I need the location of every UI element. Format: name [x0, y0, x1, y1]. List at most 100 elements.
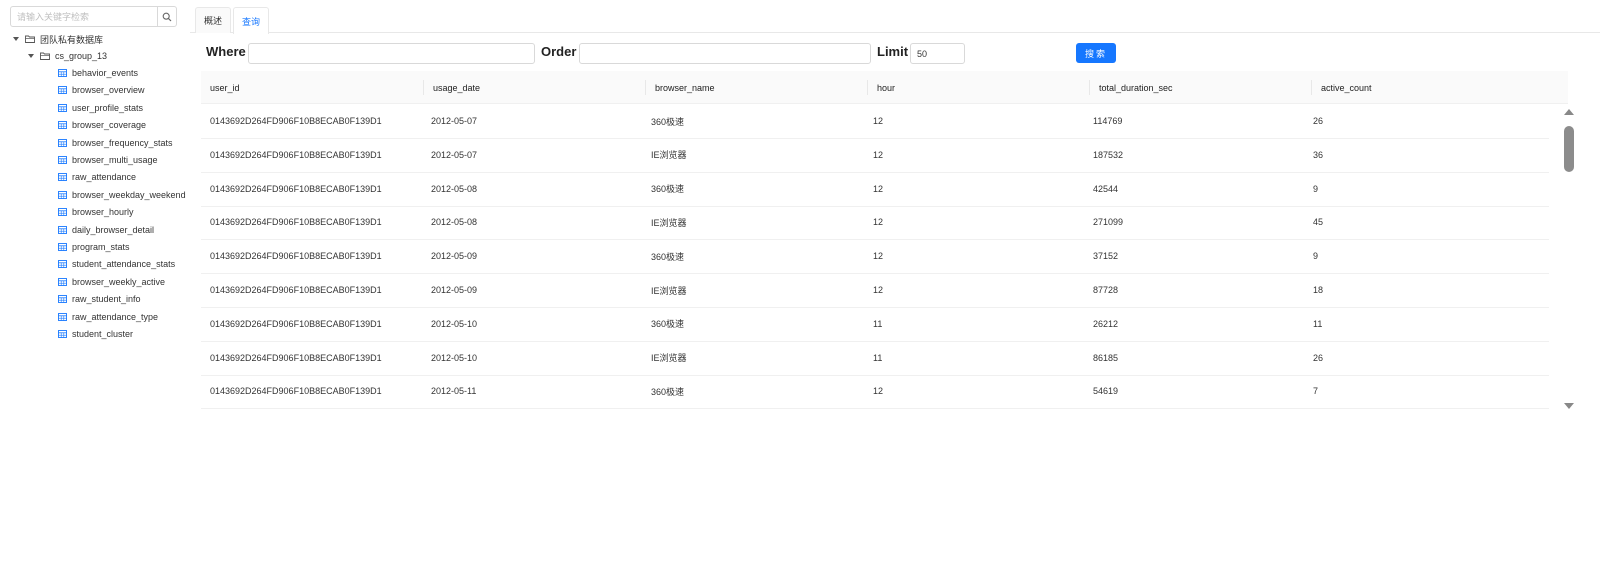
table-cell: 12 — [873, 285, 884, 295]
tab-query[interactable]: 查询 — [233, 7, 269, 34]
column-header[interactable]: hour — [877, 71, 895, 104]
tree-table-item[interactable]: raw_attendance — [58, 169, 136, 185]
table-row[interactable]: 0143692D264FD906F10B8ECAB0F139D1 2012-05-… — [201, 307, 1549, 342]
table-cell: 2012-05-09 — [431, 251, 478, 262]
tree-table-label: user_profile_stats — [72, 102, 144, 113]
tree-node-root-label: 团队私有数据库 — [40, 34, 104, 45]
sidebar-search-button[interactable] — [157, 6, 177, 27]
tree-table-label: browser_frequency_stats — [72, 137, 173, 148]
table-cell: 0143692D264FD906F10B8ECAB0F139D1 — [210, 285, 382, 295]
table-cell: 12 — [873, 251, 884, 262]
scroll-up-arrow-icon[interactable] — [1564, 109, 1574, 115]
table-cell: 18 — [1313, 285, 1324, 295]
table-row[interactable]: 0143692D264FD906F10B8ECAB0F139D1 2012-05-… — [201, 239, 1549, 275]
search-button[interactable]: 搜索 — [1076, 43, 1116, 63]
limit-input[interactable] — [910, 43, 965, 64]
table-cell: IE浏览器 — [651, 353, 687, 364]
tree-table-label: browser_hourly — [72, 207, 134, 218]
sidebar-search — [10, 6, 177, 27]
table-cell: 26 — [1313, 116, 1324, 126]
table-scrollbar[interactable] — [1563, 106, 1576, 416]
table-cell: 11 — [1313, 318, 1323, 329]
table-cell: 2012-05-10 — [431, 318, 478, 329]
caret-down-icon[interactable] — [11, 31, 21, 47]
table-row[interactable]: 0143692D264FD906F10B8ECAB0F139D1 2012-05-… — [201, 172, 1549, 207]
scrollbar-thumb[interactable] — [1564, 126, 1574, 172]
tree-table-label: browser_weekly_active — [72, 276, 166, 287]
table-cell: 360极速 — [651, 319, 685, 330]
table-cell: 45 — [1313, 217, 1324, 228]
tree-table-item[interactable]: browser_coverage — [58, 117, 146, 133]
table-cell: 187532 — [1093, 149, 1124, 160]
column-divider[interactable] — [423, 80, 424, 95]
column-header[interactable]: usage_date — [433, 71, 480, 104]
tree-table-label: browser_weekday_weekend — [72, 189, 186, 200]
tree-table-item[interactable]: program_stats — [58, 239, 130, 255]
column-header[interactable]: user_id — [210, 71, 240, 104]
table-row[interactable]: 0143692D264FD906F10B8ECAB0F139D1 2012-05-… — [201, 374, 1549, 410]
order-label: Order — [541, 44, 577, 59]
tree-table-item[interactable]: browser_weekly_active — [58, 274, 165, 290]
column-divider[interactable] — [867, 80, 868, 95]
tree-table-item[interactable]: browser_hourly — [58, 204, 134, 220]
tree-table-item[interactable]: browser_overview — [58, 82, 145, 98]
tree-table-label: browser_multi_usage — [72, 155, 158, 165]
sidebar: 团队私有数据库 cs_group_13 behavior_eventsbrows… — [0, 0, 186, 586]
where-input[interactable] — [248, 43, 535, 64]
table-icon — [58, 156, 67, 164]
tree-table-item[interactable]: browser_frequency_stats — [58, 135, 173, 151]
table-row[interactable]: 0143692D264FD906F10B8ECAB0F139D1 2012-05-… — [201, 341, 1549, 376]
order-input[interactable] — [579, 43, 871, 64]
tree-node-group[interactable]: cs_group_13 — [26, 48, 107, 64]
tree-table-item[interactable]: behavior_events — [58, 65, 138, 81]
table-row[interactable]: 0143692D264FD906F10B8ECAB0F139D1 2012-05-… — [201, 104, 1549, 139]
tree-table-item[interactable]: student_attendance_stats — [58, 256, 175, 272]
table-cell: 54619 — [1093, 386, 1119, 397]
table-cell: 11 — [873, 352, 883, 363]
table-cell: IE浏览器 — [651, 217, 687, 228]
table-cell: 26212 — [1093, 318, 1119, 329]
table-cell: 0143692D264FD906F10B8ECAB0F139D1 — [210, 183, 382, 194]
table-cell: 360极速 — [651, 184, 685, 195]
table-body: 0143692D264FD906F10B8ECAB0F139D1 2012-05-… — [201, 104, 1549, 420]
table-row[interactable]: 0143692D264FD906F10B8ECAB0F139D1 2012-05-… — [201, 205, 1549, 241]
tree-table-item[interactable]: browser_multi_usage — [58, 152, 158, 168]
column-header[interactable]: active_count — [1321, 71, 1372, 104]
tab-overview[interactable]: 概述 — [195, 7, 231, 33]
table-cell: 2012-05-07 — [431, 116, 478, 126]
table-cell: 9 — [1313, 251, 1319, 262]
table-cell: 2012-05-08 — [431, 183, 478, 194]
table-cell: 2012-05-10 — [431, 352, 478, 363]
tree-table-item[interactable]: student_cluster — [58, 326, 133, 342]
table-row[interactable]: 0143692D264FD906F10B8ECAB0F139D1 2012-05-… — [201, 138, 1549, 173]
table-row[interactable]: 0143692D264FD906F10B8ECAB0F139D1 2012-05-… — [201, 273, 1549, 308]
table-cell: 360极速 — [651, 386, 685, 397]
caret-down-icon[interactable] — [26, 48, 36, 64]
scroll-down-arrow-icon[interactable] — [1564, 403, 1574, 409]
tree-table-label: student_cluster — [72, 329, 134, 339]
sidebar-search-input[interactable] — [10, 6, 158, 27]
table-icon — [58, 243, 67, 251]
tree-table-item[interactable]: browser_weekday_weekend — [58, 187, 186, 203]
table-cell: 0143692D264FD906F10B8ECAB0F139D1 — [210, 352, 382, 363]
tree-table-item[interactable]: user_profile_stats — [58, 100, 143, 116]
table-icon — [58, 330, 67, 338]
tree-node-root[interactable]: 团队私有数据库 — [11, 31, 103, 47]
tree-node-group-label: cs_group_13 — [55, 51, 108, 61]
query-filter-bar: Where Order Limit 搜索 — [190, 41, 1600, 65]
table-cell: 0143692D264FD906F10B8ECAB0F139D1 — [210, 251, 382, 262]
column-divider[interactable] — [645, 80, 646, 95]
table-cell: 12 — [873, 116, 884, 126]
table-cell: 114769 — [1093, 116, 1123, 126]
where-label: Where — [206, 44, 246, 59]
table-icon — [58, 69, 67, 77]
column-header[interactable]: total_duration_sec — [1099, 71, 1173, 104]
column-divider[interactable] — [1311, 80, 1312, 95]
tree-table-item[interactable]: raw_student_info — [58, 291, 141, 307]
table-icon — [58, 121, 67, 130]
column-header[interactable]: browser_name — [655, 71, 715, 104]
column-divider[interactable] — [1089, 80, 1090, 95]
tree-table-item[interactable]: daily_browser_detail — [58, 222, 154, 238]
table-icon — [58, 208, 67, 217]
tree-table-item[interactable]: raw_attendance_type — [58, 309, 158, 325]
